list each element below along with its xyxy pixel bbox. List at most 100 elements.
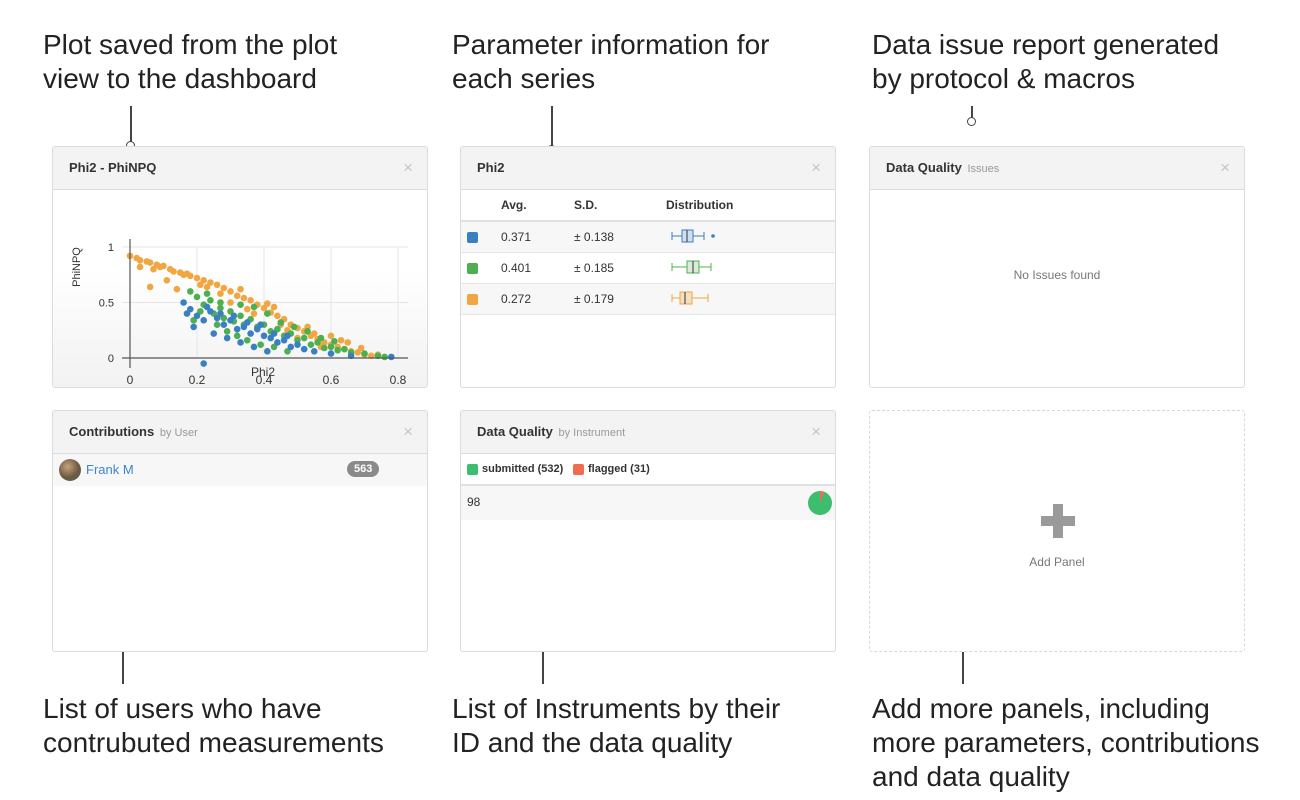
data-point: [227, 299, 234, 306]
panel-title-text: Data Quality: [886, 160, 962, 175]
data-point: [357, 344, 365, 352]
quality-pie-chart: [808, 491, 832, 515]
data-point: [220, 321, 228, 328]
sd-cell: ± 0.138: [574, 221, 666, 253]
avg-cell: 0.401: [501, 252, 574, 284]
data-point: [146, 259, 154, 266]
table-row: 0.272 ± 0.179: [461, 283, 835, 315]
callout-dot: [967, 117, 976, 126]
panel-header: Contributions by User ×: [53, 411, 427, 454]
legend-label: submitted (532): [482, 463, 564, 475]
series-swatch-cell: [461, 221, 501, 253]
data-quality-issues-panel: Data Quality Issues × No Issues found: [869, 146, 1245, 388]
x-tick-label: 0.6: [323, 373, 340, 387]
data-point: [223, 328, 231, 335]
panel-subtitle: by User: [159, 427, 198, 439]
y-tick-label: 0: [108, 353, 114, 365]
distribution-cell: [666, 252, 835, 284]
data-point: [284, 332, 291, 340]
panel-header: Phi2 - PhiNPQ ×: [53, 147, 427, 190]
data-point: [160, 262, 167, 270]
y-tick-label: 1: [108, 242, 114, 254]
data-point: [250, 310, 258, 317]
data-point: [270, 303, 278, 311]
data-point: [233, 325, 241, 333]
x-tick-label: 0.8: [390, 373, 407, 387]
data-point: [223, 334, 231, 342]
x-tick-label: 0: [127, 373, 134, 387]
data-point: [388, 353, 395, 361]
panel-title: Data Quality by Instrument: [477, 424, 625, 439]
data-point: [300, 334, 308, 342]
x-axis-label: Phi2: [251, 365, 275, 379]
boxplot: [671, 260, 712, 273]
plus-icon: [1041, 504, 1075, 538]
data-point: [247, 296, 254, 304]
caption-instruments: List of Instruments by their ID and the …: [452, 693, 781, 758]
data-point: [264, 348, 271, 355]
data-point: [213, 321, 221, 328]
data-point: [217, 310, 224, 317]
close-icon[interactable]: ×: [403, 158, 413, 178]
caption-param: Parameter information for each series: [452, 29, 770, 94]
data-point: [200, 316, 207, 324]
panel-title-text: Contributions: [69, 424, 155, 439]
panel-subtitle: Issues: [967, 163, 1000, 175]
data-point: [203, 303, 211, 311]
data-point: [193, 293, 201, 301]
boxplot: [671, 291, 709, 304]
data-point: [337, 336, 345, 344]
close-icon[interactable]: ×: [1220, 158, 1230, 178]
column-header: Distribution: [666, 190, 835, 222]
data-point: [146, 283, 154, 291]
legend-swatch: [573, 463, 584, 475]
no-issues-message: No Issues found: [1013, 268, 1101, 282]
close-icon[interactable]: ×: [403, 422, 413, 442]
data-point: [264, 300, 271, 307]
y-tick-label: 0.5: [99, 298, 114, 310]
user-link[interactable]: Frank M: [86, 462, 134, 477]
sd-cell: ± 0.179: [574, 283, 666, 315]
contributions-panel: Contributions by User × Frank M 563: [52, 410, 428, 652]
data-point: [187, 288, 194, 295]
data-point: [327, 332, 335, 340]
data-point: [264, 310, 271, 317]
data-point: [257, 321, 264, 328]
data-point: [260, 332, 268, 340]
panel-title: Data Quality Issues: [886, 160, 999, 175]
close-icon[interactable]: ×: [811, 422, 821, 442]
panel-title-text: Data Quality: [477, 424, 553, 439]
table-header-row: Avg. S.D. Distribution: [461, 190, 835, 222]
swatch-header: [461, 190, 501, 222]
data-point: [300, 345, 308, 353]
panel-subtitle: by Instrument: [558, 427, 626, 439]
data-point: [193, 312, 201, 320]
data-point: [304, 328, 311, 335]
instrument-row: 98: [461, 486, 835, 520]
data-point: [213, 281, 221, 289]
series-swatch-cell: [461, 252, 501, 284]
distribution-cell: [666, 221, 835, 253]
caption-users: List of users who have contrubuted measu…: [43, 693, 384, 758]
data-point: [233, 292, 241, 300]
add-panel-button[interactable]: Add Panel: [869, 410, 1245, 652]
data-point: [136, 263, 144, 271]
data-point: [321, 344, 328, 352]
data-point: [163, 277, 171, 284]
close-icon[interactable]: ×: [811, 158, 821, 178]
data-point: [274, 312, 281, 320]
legend-label: flagged (31): [588, 463, 650, 475]
data-point: [220, 284, 228, 292]
y-axis-label: PhiNPQ: [71, 247, 83, 287]
data-point: [310, 348, 318, 355]
data-point: [287, 343, 295, 351]
series-swatch: [467, 263, 478, 275]
data-point: [207, 296, 214, 304]
data-point: [197, 281, 204, 289]
data-point: [193, 274, 201, 282]
series-swatch-cell: [461, 283, 501, 315]
quality-legend: submitted (532) flagged (31): [461, 454, 835, 486]
parameter-table: Avg. S.D. Distribution 0.371 ± 0.138 0.4…: [461, 190, 835, 315]
avg-cell: 0.272: [501, 283, 574, 315]
instrument-id: 98: [467, 495, 481, 509]
